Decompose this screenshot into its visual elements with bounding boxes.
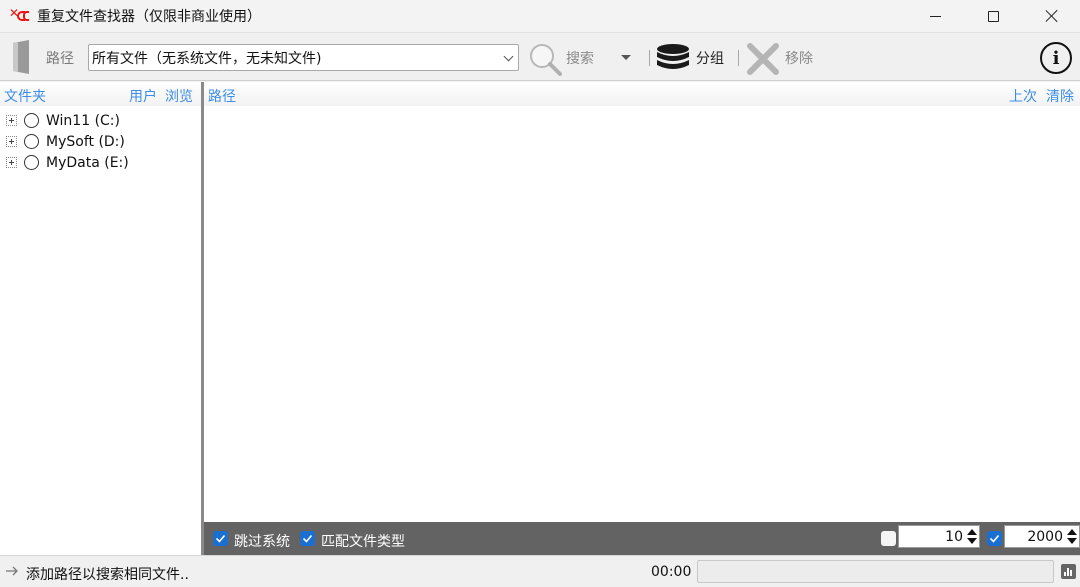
- close-icon: [1045, 10, 1057, 22]
- toolbar-divider: [738, 50, 739, 66]
- expand-plus-icon[interactable]: [6, 157, 17, 168]
- window-title: 重复文件查找器（仅限非商业使用）: [37, 9, 261, 25]
- title-bar: ✕ 重复文件查找器（仅限非商业使用）: [0, 0, 1080, 32]
- min-size-spinner[interactable]: 10: [898, 525, 980, 548]
- maximize-icon: [987, 10, 999, 22]
- spinner-arrows-icon[interactable]: [967, 528, 977, 546]
- max-size-checkbox[interactable]: [987, 531, 1002, 546]
- status-bar: 添加路径以搜索相同文件.. 00:00: [0, 555, 1080, 587]
- folder-panel-header: 文件夹 用户 浏览: [0, 82, 201, 106]
- drive-item[interactable]: MySoft (D:): [0, 131, 201, 152]
- app-logo-icon: ✕: [9, 6, 33, 24]
- path-filter-select[interactable]: 所有文件（无系统文件，无未知文件): [88, 44, 519, 71]
- spinner-arrows-icon[interactable]: [1067, 528, 1077, 546]
- remove-button-label[interactable]: 移除: [785, 48, 813, 68]
- drive-radio[interactable]: [24, 134, 39, 149]
- window-controls: [906, 0, 1080, 32]
- minimize-icon: [929, 15, 941, 17]
- drive-item[interactable]: Win11 (C:): [0, 110, 201, 131]
- path-label: 路径: [46, 51, 74, 67]
- max-size-spinner[interactable]: 2000: [1004, 525, 1080, 548]
- skip-system-label[interactable]: 跳过系统: [234, 531, 290, 551]
- drive-item[interactable]: MyData (E:): [0, 152, 201, 173]
- drive-label: MySoft (D:): [46, 133, 125, 150]
- path-column-header: 路径: [208, 89, 236, 105]
- close-button[interactable]: [1022, 0, 1080, 32]
- path-list-header: 路径 上次 清除: [204, 82, 1080, 106]
- toolbar: 路径 所有文件（无系统文件，无未知文件) 搜索 分组 移除 i: [0, 32, 1080, 81]
- info-icon[interactable]: i: [1040, 42, 1072, 74]
- path-filter-value: 所有文件（无系统文件，无未知文件): [92, 50, 322, 67]
- chevron-down-icon: [503, 51, 514, 62]
- maximize-button[interactable]: [964, 0, 1022, 32]
- clear-link[interactable]: 清除: [1046, 86, 1074, 106]
- search-dropdown-icon[interactable]: [621, 55, 631, 60]
- minimize-button[interactable]: [906, 0, 964, 32]
- user-link[interactable]: 用户: [129, 86, 157, 106]
- skip-system-checkbox[interactable]: [213, 531, 228, 546]
- toolbar-divider: [649, 50, 650, 66]
- document-icon[interactable]: [10, 40, 34, 74]
- remove-x-icon[interactable]: [746, 42, 780, 76]
- expand-plus-icon[interactable]: [6, 115, 17, 126]
- options-bar: 跳过系统 匹配文件类型 10 2000: [204, 522, 1080, 555]
- last-link[interactable]: 上次: [1009, 86, 1037, 106]
- elapsed-time: 00:00: [651, 564, 692, 580]
- checkmark-icon: [302, 534, 313, 543]
- database-icon[interactable]: [656, 44, 690, 74]
- status-message: 添加路径以搜索相同文件..: [26, 567, 189, 583]
- browse-link[interactable]: 浏览: [165, 86, 193, 106]
- expand-plus-icon[interactable]: [6, 136, 17, 147]
- min-size-checkbox[interactable]: [881, 531, 896, 546]
- drive-radio[interactable]: [24, 155, 39, 170]
- checkmark-icon: [989, 534, 1000, 543]
- checkmark-icon: [215, 534, 226, 543]
- folder-panel: 文件夹 用户 浏览 Win11 (C:) MySoft (D:) MyData …: [0, 82, 201, 555]
- drive-label: MyData (E:): [46, 154, 129, 171]
- match-file-type-label[interactable]: 匹配文件类型: [321, 531, 405, 551]
- drive-label: Win11 (C:): [46, 112, 120, 129]
- drive-tree: Win11 (C:) MySoft (D:) MyData (E:): [0, 106, 201, 173]
- folder-header-label: 文件夹: [4, 89, 46, 105]
- chart-icon[interactable]: [1061, 564, 1076, 579]
- match-file-type-checkbox[interactable]: [300, 531, 315, 546]
- search-button-label[interactable]: 搜索: [566, 48, 594, 68]
- path-list-panel: 路径 上次 清除: [204, 82, 1080, 522]
- max-size-value: 2000: [1027, 529, 1063, 545]
- drive-radio[interactable]: [24, 113, 39, 128]
- min-size-value: 10: [945, 529, 963, 545]
- progress-bar: [697, 560, 1054, 583]
- search-icon[interactable]: [528, 42, 562, 76]
- arrow-right-icon: [6, 566, 18, 576]
- group-button-label[interactable]: 分组: [696, 48, 724, 68]
